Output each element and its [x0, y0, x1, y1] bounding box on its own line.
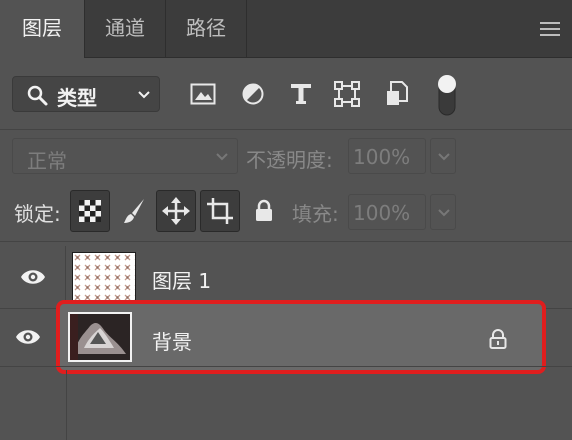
filter-kind-label: 类型 [57, 86, 97, 110]
chevron-down-icon [438, 209, 450, 217]
lock-image-pixels-icon[interactable] [114, 190, 154, 232]
eye-icon [20, 270, 45, 284]
image-filter-icon[interactable] [186, 76, 220, 112]
chevron-down-icon [216, 153, 228, 161]
tab-paths[interactable]: 路径 [166, 0, 246, 58]
visibility-toggle[interactable] [0, 246, 66, 308]
layer-thumbnail[interactable] [68, 312, 132, 362]
tab-divider [246, 0, 247, 58]
lock-position-icon[interactable] [156, 190, 196, 232]
opacity-value: 100% [353, 145, 411, 169]
lock-all-icon[interactable] [244, 190, 284, 232]
blend-opacity-bar: 正常 不透明度: 100% [0, 130, 572, 182]
blend-mode-label: 正常 [27, 149, 67, 173]
eye-icon [16, 330, 40, 344]
search-icon [27, 85, 48, 106]
smart-object-filter-icon[interactable] [380, 76, 414, 112]
layer-thumbnail[interactable] [72, 252, 136, 302]
adjustment-filter-icon[interactable] [236, 76, 270, 112]
type-filter-icon[interactable] [284, 76, 318, 112]
layer-row[interactable]: 图层 1 [0, 246, 572, 308]
filter-kind-select[interactable]: 类型 [12, 76, 160, 112]
layer-name[interactable]: 图层 1 [152, 265, 211, 294]
layer-name[interactable]: 背景 [152, 326, 192, 355]
chevron-down-icon [438, 153, 450, 161]
layer-divider [0, 366, 572, 367]
tab-layers[interactable]: 图层 [0, 0, 84, 59]
opacity-field[interactable]: 100% [348, 138, 426, 174]
fill-value: 100% [353, 201, 411, 225]
panel-menu-icon[interactable] [540, 22, 560, 36]
layer-filter-bar: 类型 [0, 58, 572, 130]
fill-dropdown[interactable] [430, 194, 456, 230]
lock-icon [489, 329, 507, 349]
lock-transparent-pixels-icon[interactable] [70, 190, 110, 232]
tab-channels[interactable]: 通道 [85, 0, 165, 58]
filter-toggle-icon[interactable] [432, 72, 462, 118]
opacity-dropdown[interactable] [430, 138, 456, 174]
fill-field[interactable]: 100% [348, 194, 426, 230]
shape-filter-icon[interactable] [330, 76, 364, 112]
chevron-down-icon [138, 91, 150, 99]
fill-label: 填充: [292, 202, 339, 226]
visibility-toggle[interactable] [0, 304, 56, 370]
opacity-label: 不透明度: [246, 148, 333, 172]
lock-artboard-icon[interactable] [200, 190, 240, 232]
lock-fill-bar: 锁定: 填充: 100% [0, 182, 572, 242]
lock-label: 锁定: [14, 202, 61, 226]
panel-tab-bar: 图层 通道 路径 [0, 0, 572, 59]
column-divider [66, 370, 67, 440]
blend-mode-select[interactable]: 正常 [12, 138, 238, 174]
